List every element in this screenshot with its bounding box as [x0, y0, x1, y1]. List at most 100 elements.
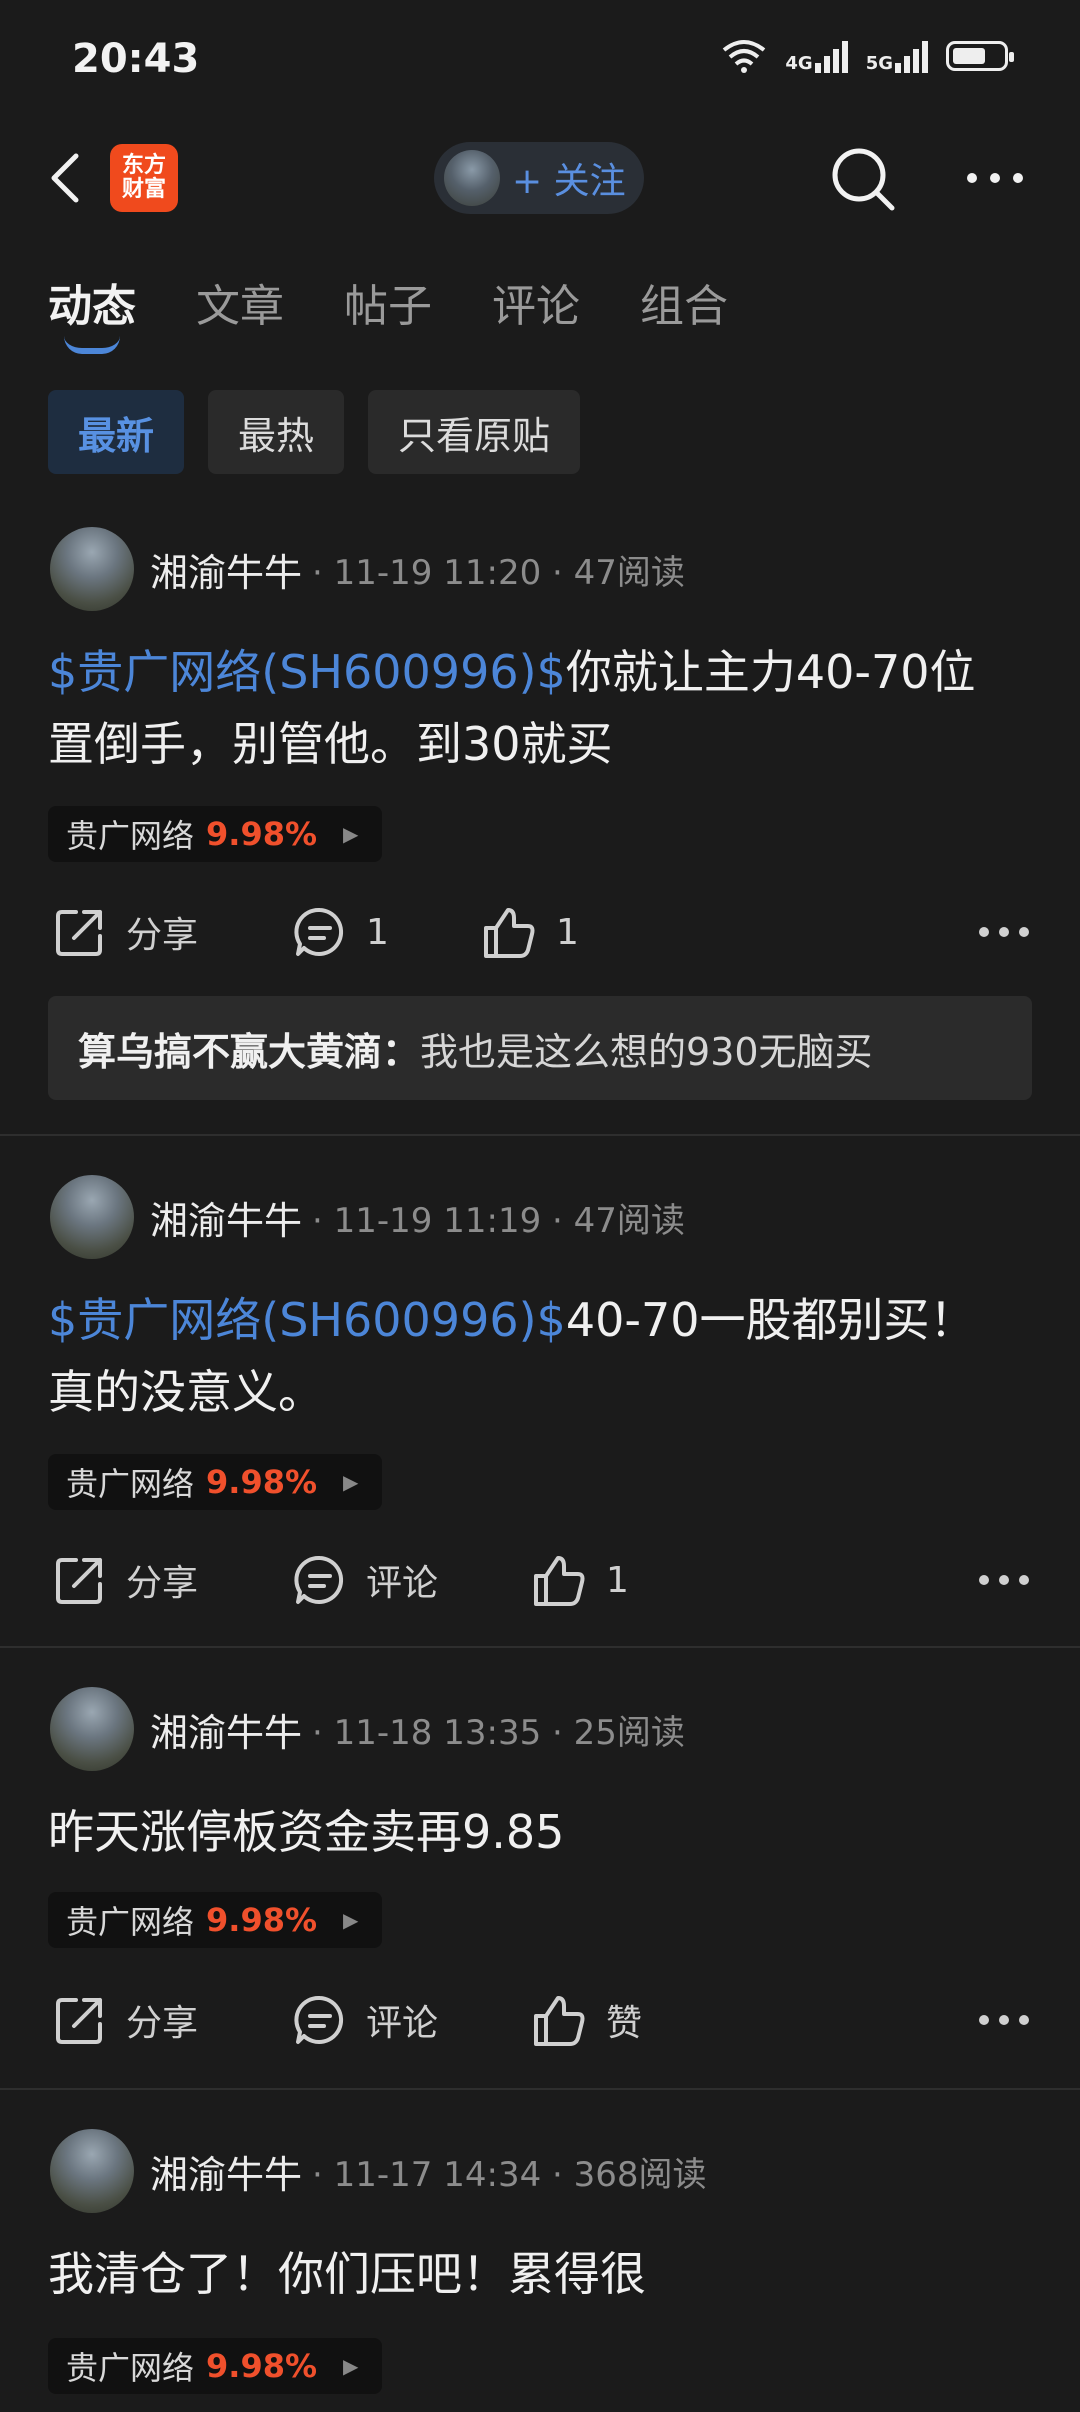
- signal-bars-icon: [814, 39, 848, 73]
- follow-label: + 关注: [512, 161, 626, 202]
- avatar[interactable]: [50, 527, 134, 611]
- share-icon: [56, 1558, 102, 1604]
- share-button[interactable]: 分享: [52, 1980, 198, 2060]
- stock-change: 9.98%: [206, 1901, 318, 1939]
- tab-posts[interactable]: 帖子: [344, 270, 432, 334]
- status-bar: 20:43 4G 5G: [0, 0, 1080, 124]
- follow-button[interactable]: + 关注: [434, 142, 644, 214]
- play-arrow-icon: ▶: [343, 2354, 359, 2378]
- filter-original-only[interactable]: 只看原贴: [368, 390, 581, 474]
- comment-button[interactable]: 1: [292, 892, 389, 972]
- top-nav-bar: 东方 财富 + 关注: [0, 124, 1080, 234]
- avatar[interactable]: [50, 1175, 134, 1259]
- search-icon[interactable]: [828, 144, 898, 214]
- post-content: 昨天涨停板资金卖再9.85: [48, 1805, 565, 1859]
- post-header: 湘渝牛牛 · 11-19 11:20 · 47阅读: [50, 526, 685, 612]
- battery-icon: [946, 41, 1014, 71]
- tab-dynamics[interactable]: 动态: [48, 270, 136, 334]
- stock-name: 贵广网络: [66, 817, 195, 855]
- post-content: 我清仓了！你们压吧！累得很: [48, 2247, 646, 2301]
- stock-name: 贵广网络: [66, 1903, 195, 1941]
- share-button[interactable]: 分享: [52, 892, 198, 972]
- play-arrow-icon: ▶: [343, 822, 359, 846]
- stock-chip[interactable]: 贵广网络 9.98% ▶: [48, 806, 383, 862]
- wifi-icon: [723, 40, 766, 73]
- post-actions: 分享 评论 1: [0, 1540, 1080, 1620]
- divider: [0, 1646, 1080, 1648]
- signal-bars-icon: [895, 39, 928, 73]
- status-icons: 4G 5G: [721, 38, 1014, 74]
- tab-portfolio[interactable]: 组合: [640, 270, 728, 334]
- author-name[interactable]: 湘渝牛牛: [150, 542, 302, 597]
- stock-link[interactable]: $贵广网络(SH600996)$: [48, 1293, 566, 1347]
- avatar[interactable]: [50, 1687, 134, 1771]
- share-label: 分享: [126, 2003, 199, 2044]
- profile-tabs: 动态 文章 帖子 评论 组合: [48, 270, 728, 334]
- back-arrow-icon[interactable]: [40, 148, 100, 208]
- post-text[interactable]: $贵广网络(SH600996)$40-70一股都别买！真的没意义。: [48, 1284, 1008, 1428]
- like-button[interactable]: 赞: [530, 1980, 642, 2060]
- comment-count: 1: [366, 911, 389, 953]
- like-count: 1: [606, 1559, 629, 1601]
- author-name[interactable]: 湘渝牛牛: [150, 2144, 302, 2199]
- comment-icon: [294, 1995, 344, 2044]
- stock-chip[interactable]: 贵广网络 9.98% ▶: [48, 1892, 383, 1948]
- network-5g-label: 5G: [865, 53, 893, 74]
- stock-name: 贵广网络: [66, 2349, 195, 2387]
- play-arrow-icon: ▶: [343, 1470, 359, 1494]
- reply-preview[interactable]: 算乌搞不赢大黄滴： 我也是这么想的930无脑买: [48, 996, 1032, 1100]
- post-meta: · 11-18 13:35 · 25阅读: [312, 1712, 685, 1753]
- filter-bar: 最新 最热 只看原贴: [48, 390, 581, 474]
- comment-label: 评论: [366, 2003, 439, 2044]
- post-meta: · 11-19 11:20 · 47阅读: [312, 552, 685, 593]
- tab-comments[interactable]: 评论: [492, 270, 580, 334]
- thumbs-up-icon: [534, 1556, 585, 1606]
- post-text[interactable]: 我清仓了！你们压吧！累得很: [48, 2238, 1008, 2310]
- logo-text-line2: 财富: [121, 177, 166, 202]
- post-meta: · 11-17 14:34 · 368阅读: [312, 2154, 707, 2195]
- stock-change: 9.98%: [206, 815, 318, 853]
- like-button[interactable]: 1: [530, 1540, 629, 1620]
- stock-chip[interactable]: 贵广网络 9.98% ▶: [48, 2338, 383, 2394]
- divider: [0, 1134, 1080, 1136]
- reply-text: 我也是这么想的930无脑买: [420, 1029, 873, 1074]
- thumbs-up-icon: [484, 908, 535, 958]
- post-header: 湘渝牛牛 · 11-17 14:34 · 368阅读: [50, 2128, 707, 2214]
- stock-change: 9.98%: [206, 1463, 318, 1501]
- post-header: 湘渝牛牛 · 11-19 11:19 · 47阅读: [50, 1174, 685, 1260]
- more-options-icon[interactable]: [974, 2002, 1034, 2038]
- post-actions: 分享 评论 赞: [0, 1980, 1080, 2060]
- comment-button[interactable]: 评论: [292, 1540, 438, 1620]
- tab-articles[interactable]: 文章: [196, 270, 284, 334]
- share-button[interactable]: 分享: [52, 1540, 198, 1620]
- stock-chip[interactable]: 贵广网络 9.98% ▶: [48, 1454, 383, 1510]
- app-logo[interactable]: 东方 财富: [110, 144, 178, 212]
- more-options-icon[interactable]: [974, 1562, 1034, 1598]
- more-options-icon[interactable]: [974, 914, 1034, 950]
- play-arrow-icon: ▶: [343, 1908, 359, 1932]
- post-text[interactable]: 昨天涨停板资金卖再9.85: [48, 1796, 1008, 1868]
- post-actions: 分享 1 1: [0, 892, 1080, 972]
- author-name[interactable]: 湘渝牛牛: [150, 1702, 302, 1757]
- network-4g-label: 4G: [785, 53, 813, 74]
- post-text[interactable]: $贵广网络(SH600996)$你就让主力40-70位置倒手，别管他。到30就买: [48, 636, 1008, 780]
- avatar: [444, 150, 500, 206]
- more-options-icon[interactable]: [960, 158, 1030, 198]
- reply-author[interactable]: 算乌搞不赢大黄滴：: [78, 1021, 420, 1076]
- post-header: 湘渝牛牛 · 11-18 13:35 · 25阅读: [50, 1686, 685, 1772]
- thumbs-up-icon: [534, 1996, 585, 2046]
- comment-button[interactable]: 评论: [292, 1980, 438, 2060]
- stock-link[interactable]: $贵广网络(SH600996)$: [48, 645, 566, 699]
- author-name[interactable]: 湘渝牛牛: [150, 1190, 302, 1245]
- filter-hottest[interactable]: 最热: [208, 390, 345, 474]
- like-label: 赞: [606, 2003, 643, 2044]
- filter-latest[interactable]: 最新: [48, 390, 185, 474]
- share-label: 分享: [126, 1563, 199, 1604]
- stock-name: 贵广网络: [66, 1465, 195, 1503]
- share-label: 分享: [126, 915, 199, 956]
- stock-change: 9.98%: [206, 2347, 318, 2385]
- share-icon: [56, 910, 102, 956]
- comment-icon: [294, 1555, 344, 1604]
- avatar[interactable]: [50, 2129, 134, 2213]
- like-button[interactable]: 1: [480, 892, 579, 972]
